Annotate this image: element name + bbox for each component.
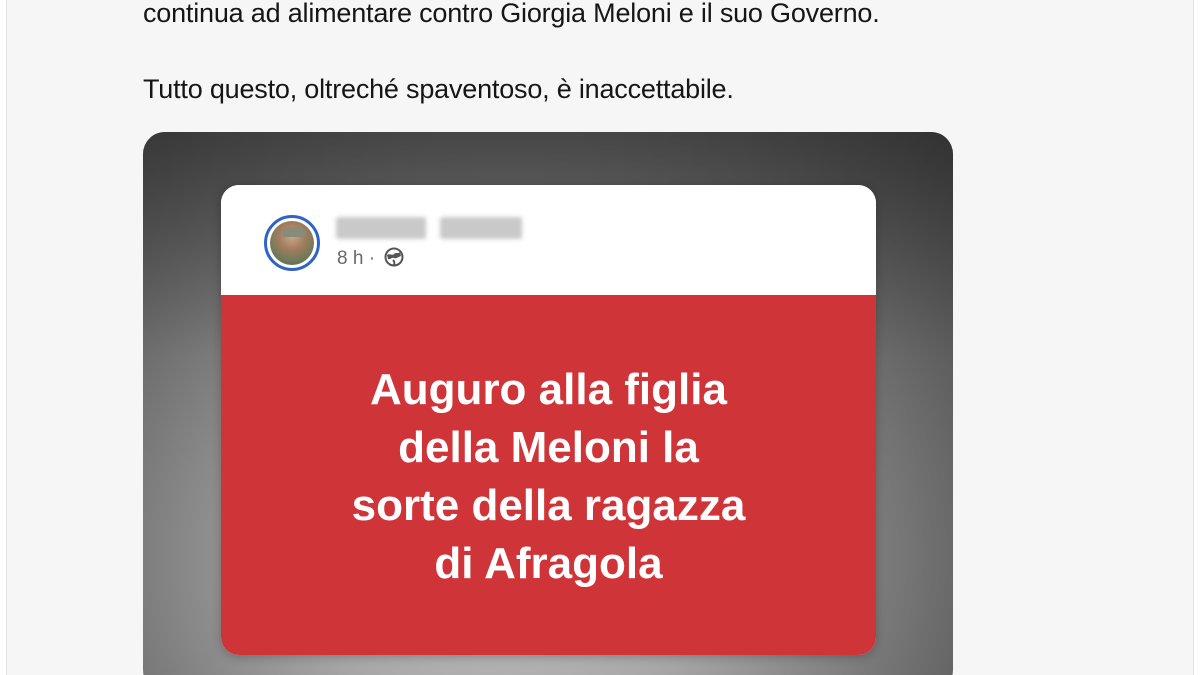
post-time: 8 h: [337, 248, 364, 269]
post-message-line: della Meloni la: [398, 423, 699, 472]
tweet-card: continua ad alimentare contro Giorgia Me…: [6, 0, 1194, 675]
tweet-text-line-1: continua ad alimentare contro Giorgia Me…: [143, 0, 880, 28]
post-meta: 8 h ·: [337, 247, 404, 271]
post-message: Auguro alla figlia della Meloni la sorte…: [221, 361, 876, 593]
post-header: 8 h ·: [221, 185, 876, 295]
tweet-media-image[interactable]: 8 h · Auguro alla figlia della Meloni la: [143, 132, 953, 675]
post-message-line: Auguro alla figlia: [370, 365, 727, 414]
embedded-facebook-post: 8 h · Auguro alla figlia della Meloni la: [221, 185, 876, 655]
avatar-photo: [270, 221, 314, 265]
blurred-author-name: [336, 217, 526, 239]
post-message-line: sorte della ragazza: [351, 481, 746, 530]
post-message-panel: Auguro alla figlia della Meloni la sorte…: [221, 295, 876, 655]
globe-icon: [384, 247, 404, 267]
meta-separator: ·: [368, 248, 376, 269]
page: continua ad alimentare contro Giorgia Me…: [0, 0, 1200, 675]
post-message-line: di Afragola: [434, 539, 663, 588]
tweet-text-line-2: Tutto questo, oltreché spaventoso, è ina…: [143, 74, 734, 104]
avatar: [264, 215, 320, 271]
